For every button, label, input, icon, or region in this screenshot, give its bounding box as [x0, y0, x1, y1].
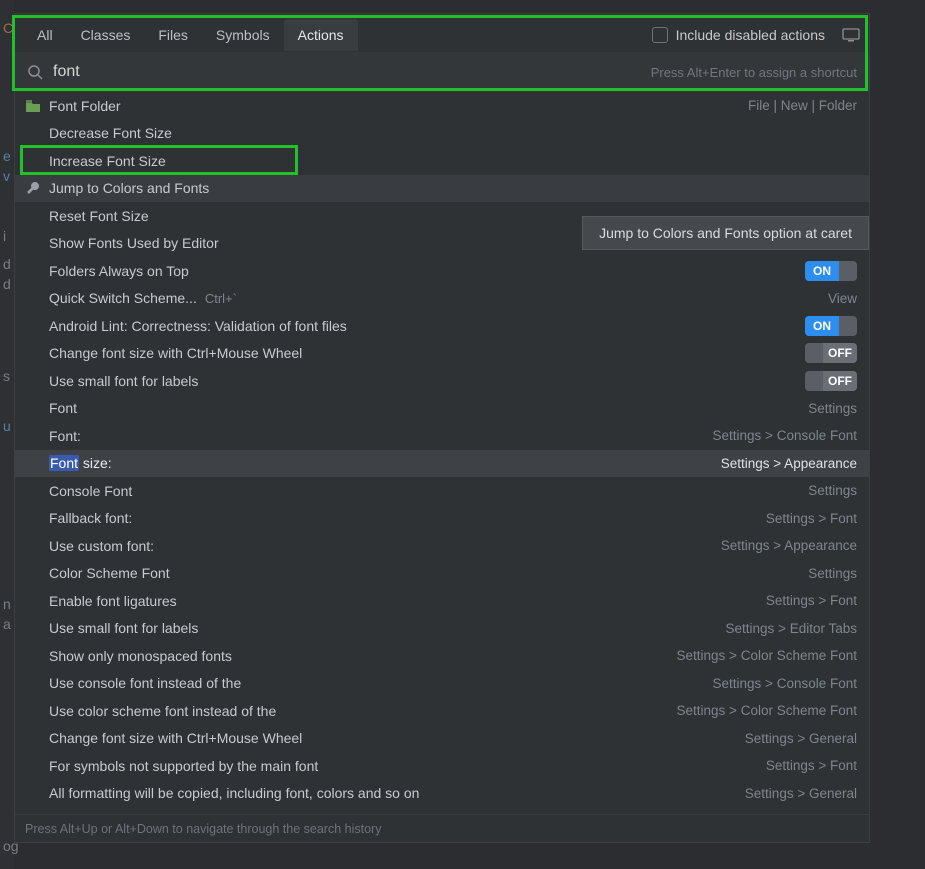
folder-icon — [23, 99, 43, 113]
result-path: View — [828, 291, 857, 306]
tab-symbols[interactable]: Symbols — [202, 19, 284, 51]
result-label: Use small font for labels — [43, 620, 198, 636]
result-path: Settings > Font — [766, 758, 857, 773]
tabs-row: AllClassesFilesSymbolsActions Include di… — [15, 14, 869, 52]
result-path: Settings > Console Font — [713, 428, 857, 443]
search-everywhere-popup: AllClassesFilesSymbolsActions Include di… — [14, 13, 870, 843]
result-row[interactable]: Decrease Font Size — [15, 120, 869, 148]
toggle-switch[interactable]: ONOFF — [805, 316, 857, 336]
result-row[interactable]: Jump to Colors and Fonts — [15, 175, 869, 203]
tooltip: Jump to Colors and Fonts option at caret — [582, 216, 869, 250]
results-list: Jump to Colors and Fonts option at caret… — [15, 92, 869, 814]
result-row[interactable]: Use small font for labels ONOFF — [15, 367, 869, 395]
result-row[interactable]: Use small font for labels Settings > Edit… — [15, 615, 869, 643]
result-label: Fallback font: — [43, 510, 132, 526]
result-label: Font — [43, 400, 77, 416]
result-label: All formatting will be copied, including… — [43, 785, 419, 801]
result-label: Decrease Font Size — [43, 125, 172, 141]
result-path: Settings > Appearance — [721, 456, 857, 471]
result-path: Settings > General — [745, 731, 857, 746]
result-label: Use console font instead of the — [43, 675, 241, 691]
include-disabled-label: Include disabled actions — [676, 27, 825, 43]
result-row[interactable]: Quick Switch Scheme... Ctrl+` View — [15, 285, 869, 313]
result-label: For symbols not supported by the main fo… — [43, 758, 318, 774]
result-label: Enable font ligatures — [43, 593, 177, 609]
toggle-switch[interactable]: ONOFF — [805, 343, 857, 363]
tab-actions[interactable]: Actions — [284, 19, 358, 51]
result-path: Settings > General — [745, 786, 857, 801]
result-path: Settings > Font — [766, 511, 857, 526]
result-row[interactable]: Font Settings — [15, 395, 869, 423]
result-path: Settings > Console Font — [713, 676, 857, 691]
result-row[interactable]: Font: Settings > Console Font — [15, 422, 869, 450]
result-row[interactable]: Use console font instead of the Settings … — [15, 670, 869, 698]
result-row[interactable]: Folders Always on Top ONOFF — [15, 257, 869, 285]
result-label: Console Font — [43, 483, 132, 499]
result-row[interactable]: Font size: Settings > Appearance — [15, 450, 869, 478]
result-row[interactable]: Enable font ligatures Settings > Font — [15, 587, 869, 615]
result-row[interactable]: Use custom font: Settings > Appearance — [15, 532, 869, 560]
wrench-icon — [23, 181, 43, 195]
result-path: Settings — [808, 483, 857, 498]
result-label: Use small font for labels — [43, 373, 198, 389]
result-row[interactable]: Color Scheme Font Settings — [15, 560, 869, 588]
toggle-switch[interactable]: ONOFF — [805, 371, 857, 391]
screen-icon[interactable] — [841, 27, 861, 43]
result-label: Reset Font Size — [43, 208, 149, 224]
result-label: Use custom font: — [43, 538, 154, 554]
result-label: Jump to Colors and Fonts — [43, 180, 209, 196]
result-row[interactable]: Show only monospaced fonts Settings > Col… — [15, 642, 869, 670]
result-path: Settings — [808, 566, 857, 581]
result-label: Color Scheme Font — [43, 565, 170, 581]
search-hint: Press Alt+Enter to assign a shortcut — [651, 65, 857, 80]
result-label: Use color scheme font instead of the — [43, 703, 276, 719]
result-path: Settings > Font — [766, 593, 857, 608]
footer-hint: Press Alt+Up or Alt+Down to navigate thr… — [15, 814, 869, 842]
result-path: Settings — [808, 401, 857, 416]
result-row[interactable]: All formatting will be copied, including… — [15, 780, 869, 808]
search-input[interactable] — [43, 63, 651, 81]
result-row[interactable]: Console Font Settings — [15, 477, 869, 505]
result-row[interactable]: Change font size with Ctrl+Mouse Wheel ON… — [15, 340, 869, 368]
result-label: Folders Always on Top — [43, 263, 189, 279]
result-label: Font: — [43, 428, 81, 444]
result-label: Increase Font Size — [43, 153, 166, 169]
result-label: Font size: — [43, 455, 112, 471]
result-path: Settings > Editor Tabs — [726, 621, 857, 636]
result-path: Settings > Color Scheme Font — [677, 648, 857, 663]
result-row[interactable]: Use color scheme font instead of the Sett… — [15, 697, 869, 725]
checkbox-icon — [652, 27, 668, 43]
tab-classes[interactable]: Classes — [67, 19, 145, 51]
result-label: Font Folder — [43, 98, 121, 114]
result-path: Settings > Color Scheme Font — [677, 703, 857, 718]
result-label: Show only monospaced fonts — [43, 648, 232, 664]
include-disabled-checkbox[interactable]: Include disabled actions — [652, 27, 831, 43]
tab-files[interactable]: Files — [144, 19, 202, 51]
result-path: Settings > Appearance — [721, 538, 857, 553]
footer-hint-text: Press Alt+Up or Alt+Down to navigate thr… — [25, 822, 381, 836]
result-label: Android Lint: Correctness: Validation of… — [43, 318, 347, 334]
result-label: Quick Switch Scheme... — [43, 290, 197, 306]
result-row[interactable]: Increase Font Size — [15, 147, 869, 175]
result-row[interactable]: Font Folder File | New | Folder — [15, 92, 869, 120]
result-row[interactable]: For symbols not supported by the main fo… — [15, 752, 869, 780]
result-label: Change font size with Ctrl+Mouse Wheel — [43, 730, 302, 746]
search-row: Press Alt+Enter to assign a shortcut — [15, 52, 869, 92]
result-row[interactable]: Fallback font: Settings > Font — [15, 505, 869, 533]
result-label: Show Fonts Used by Editor — [43, 235, 219, 251]
result-label: Change font size with Ctrl+Mouse Wheel — [43, 345, 302, 361]
toggle-switch[interactable]: ONOFF — [805, 261, 857, 281]
shortcut-label: Ctrl+` — [205, 291, 237, 306]
tab-all[interactable]: All — [23, 19, 67, 51]
result-row[interactable]: Android Lint: Correctness: Validation of… — [15, 312, 869, 340]
result-row[interactable]: Change font size with Ctrl+Mouse Wheel Se… — [15, 725, 869, 753]
result-path: File | New | Folder — [748, 98, 857, 113]
search-icon — [27, 64, 43, 80]
